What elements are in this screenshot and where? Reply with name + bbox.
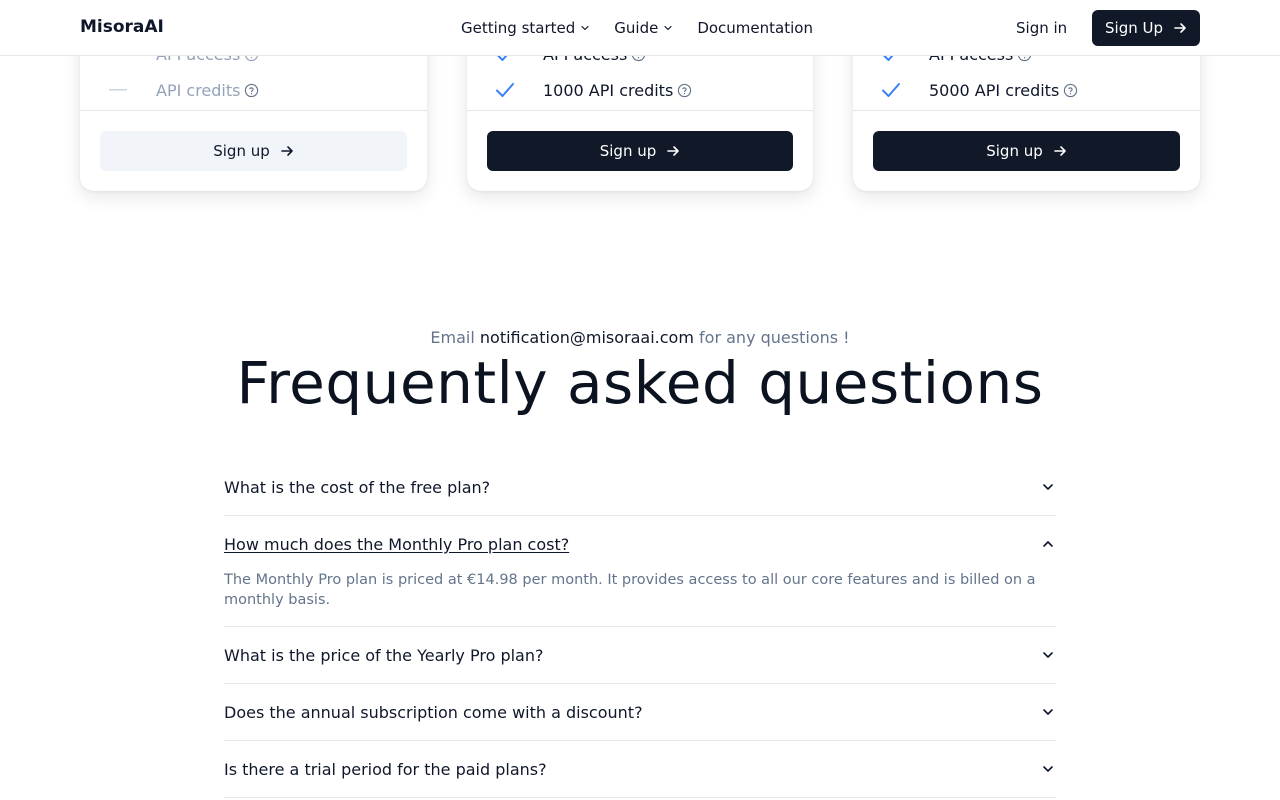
main-nav: Getting started Guide Documentation xyxy=(449,0,825,56)
faq-title: Frequently asked questions xyxy=(236,349,1044,417)
button-label: Sign up xyxy=(213,142,270,160)
arrow-right-icon xyxy=(1173,21,1187,35)
feature-row: 5000 API credits xyxy=(853,78,1200,102)
signup-button-free[interactable]: Sign up xyxy=(100,131,407,171)
faq-question: Is there a trial period for the paid pla… xyxy=(224,759,547,779)
card-divider xyxy=(853,110,1200,111)
nav-guide[interactable]: Guide xyxy=(602,0,685,56)
faq-question-toggle[interactable]: Does the annual subscription come with a… xyxy=(224,684,1056,740)
feature-label: API credits xyxy=(156,80,241,100)
signup-button-monthly[interactable]: Sign up xyxy=(487,131,793,171)
faq-question-toggle[interactable]: How much does the Monthly Pro plan cost? xyxy=(224,516,1056,572)
nav-label: Documentation xyxy=(697,19,813,37)
help-circle-icon[interactable] xyxy=(1063,83,1078,98)
chevron-up-icon xyxy=(1040,536,1056,552)
button-label: Sign up xyxy=(986,142,1043,160)
card-divider xyxy=(80,110,427,111)
card-divider xyxy=(467,110,813,111)
brand-logo[interactable]: MisoraAI xyxy=(80,17,164,37)
signup-button-yearly[interactable]: Sign up xyxy=(873,131,1180,171)
sign-up-button[interactable]: Sign Up xyxy=(1092,10,1200,46)
arrow-right-icon xyxy=(666,144,680,158)
feature-label: 5000 API credits xyxy=(929,80,1060,100)
nav-getting-started[interactable]: Getting started xyxy=(449,0,602,56)
top-navbar: MisoraAI Getting started Guide Documenta… xyxy=(0,0,1280,56)
chevron-down-icon xyxy=(663,23,673,33)
help-circle-icon[interactable] xyxy=(244,83,259,98)
faq-contact-line: Email notification@misoraai.com for any … xyxy=(0,328,1280,347)
faq-item: How much does the Monthly Pro plan cost?… xyxy=(224,516,1056,627)
email-prefix: Email xyxy=(430,328,475,347)
sign-in-link[interactable]: Sign in xyxy=(1004,0,1079,56)
arrow-right-icon xyxy=(280,144,294,158)
button-label: Sign up xyxy=(599,142,657,160)
chevron-down-icon xyxy=(1040,647,1056,663)
faq-item: What is the price of the Yearly Pro plan… xyxy=(224,627,1056,684)
feature-row: API credits xyxy=(80,78,427,102)
contact-email-link[interactable]: notification@misoraai.com xyxy=(480,328,694,347)
chevron-down-icon xyxy=(1040,761,1056,777)
faq-question: How much does the Monthly Pro plan cost? xyxy=(224,534,570,554)
nav-documentation[interactable]: Documentation xyxy=(685,0,825,56)
faq-accordion: What is the cost of the free plan? How m… xyxy=(224,459,1056,798)
feature-row: 1000 API credits xyxy=(467,78,813,102)
faq-answer: The Monthly Pro plan is priced at €14.98… xyxy=(224,572,1036,608)
feature-label: 1000 API credits xyxy=(543,80,674,100)
check-icon xyxy=(467,82,543,98)
faq-question: What is the cost of the free plan? xyxy=(224,477,491,497)
faq-item: Does the annual subscription come with a… xyxy=(224,684,1056,741)
dash-icon xyxy=(80,89,156,91)
faq-question: Does the annual subscription come with a… xyxy=(224,702,643,722)
faq-question: What is the price of the Yearly Pro plan… xyxy=(224,645,544,665)
chevron-down-icon xyxy=(1040,704,1056,720)
nav-label: Guide xyxy=(614,19,659,37)
check-icon xyxy=(853,82,929,98)
help-circle-icon[interactable] xyxy=(677,83,692,98)
button-label: Sign Up xyxy=(1105,19,1163,37)
faq-item: What is the cost of the free plan? xyxy=(224,459,1056,516)
faq-question-toggle[interactable]: What is the cost of the free plan? xyxy=(224,459,1056,515)
nav-label: Getting started xyxy=(461,19,576,37)
faq-question-toggle[interactable]: What is the price of the Yearly Pro plan… xyxy=(224,627,1056,683)
arrow-right-icon xyxy=(1053,144,1067,158)
chevron-down-icon xyxy=(1040,479,1056,495)
faq-item: Is there a trial period for the paid pla… xyxy=(224,741,1056,798)
email-suffix: for any questions ! xyxy=(699,328,850,347)
faq-question-toggle[interactable]: Is there a trial period for the paid pla… xyxy=(224,741,1056,797)
chevron-down-icon xyxy=(580,23,590,33)
